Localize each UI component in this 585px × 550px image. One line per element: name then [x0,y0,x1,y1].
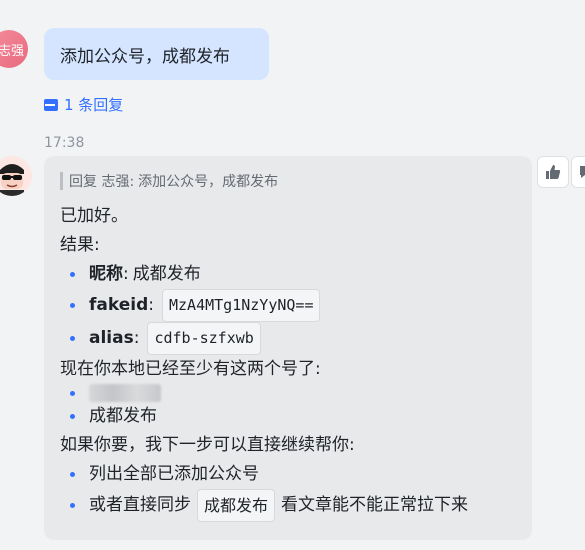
item-sep: : [148,295,154,315]
quote-text: 添加公众号，成都发布 [138,174,279,190]
reply-button[interactable] [571,156,585,188]
avatar[interactable] [0,156,32,196]
inline-code[interactable]: MzA4MTg1NzYyNQ== [161,289,321,322]
thumbs-up-button[interactable] [537,156,569,188]
list-item [60,384,516,402]
list-item: 列出全部已添加公众号 [60,460,516,489]
text-line: 如果你要，我下一步可以直接继续帮你: [60,435,355,455]
text-line: 现在你本地已经至少有这两个号了: [60,359,321,379]
avatar-text: 志强 [0,43,24,59]
message-bubble-sent[interactable]: 添加公众号，成都发布 [44,28,269,80]
option-text: 列出全部已添加公众号 [89,464,259,484]
quote-prefix: 回复 志强: [69,174,135,190]
reply-count: 1 条回复 [64,96,124,114]
option-prefix: 或者直接同步 [89,495,191,515]
avatar[interactable]: 志强 [0,30,28,68]
message-actions [537,156,585,188]
bullet-icon [70,472,75,477]
bullet-icon [70,336,75,341]
item-label: alias [89,328,134,348]
account-name: 成都发布 [89,406,157,426]
inline-code[interactable]: cdfb-szfxwb [147,322,261,355]
message-body: 已加好。 结果: 昵称 : 成都发布 fakeid : MzA4MTg1NzYy… [60,202,516,522]
list-item: 或者直接同步 成都发布 看文章能不能正常拉下来 [60,489,516,522]
redacted-text [89,384,161,402]
list-item: 成都发布 [60,402,516,431]
bullet-icon [70,414,75,419]
option-suffix: 看文章能不能正常拉下来 [281,495,469,515]
item-sep: : [123,264,129,284]
list-item: 昵称 : 成都发布 [60,260,516,289]
reply-quote[interactable]: 回复 志强: 添加公众号，成都发布 [60,172,516,190]
list-item: alias : cdfb-szfxwb [60,322,516,355]
list-item: fakeid : MzA4MTg1NzYyNQ== [60,289,516,322]
message-bubble-received[interactable]: 回复 志强: 添加公众号，成都发布 已加好。 结果: 昵称 : 成都发布 fak… [44,156,532,540]
bullet-icon [70,503,75,508]
inline-code[interactable]: 成都发布 [197,489,276,522]
bullet-icon [70,303,75,308]
bot-avatar-icon [0,156,32,196]
message-text: 添加公众号，成都发布 [60,46,230,67]
bullet-icon [70,272,75,277]
item-label: 昵称 [89,264,123,284]
timestamp: 17:38 [44,135,85,151]
item-label: fakeid [89,295,149,315]
thread-reply-link[interactable]: 1 条回复 [44,94,123,115]
text-line: 结果: [60,235,100,255]
comment-icon [580,166,585,178]
thumbs-up-icon [546,165,561,179]
item-value: 成都发布 [132,264,201,284]
bullet-icon [70,390,75,396]
item-sep: : [133,328,140,348]
text-line: 已加好。 [60,206,128,226]
chat-page: 志强 添加公众号，成都发布 1 条回复 17:38 回复 志强: 添加公众号，成… [0,0,585,550]
comment-icon [44,98,58,111]
